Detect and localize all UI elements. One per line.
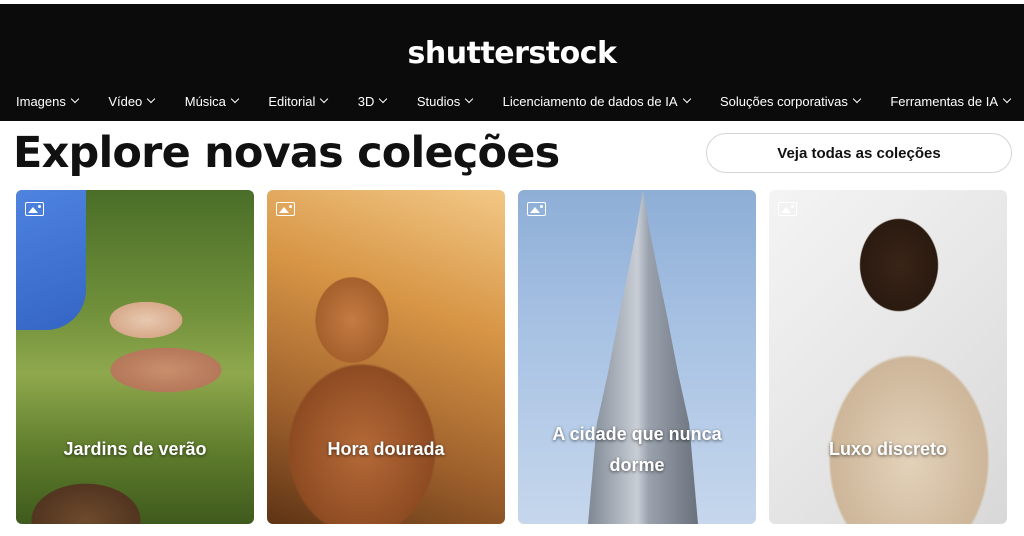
image-icon bbox=[527, 202, 546, 216]
collection-label: Luxo discreto bbox=[828, 439, 948, 459]
chevron-down-icon bbox=[70, 94, 80, 104]
collection-photo bbox=[769, 190, 1007, 524]
image-icon bbox=[276, 202, 295, 216]
page-title: Explore novas coleções bbox=[13, 128, 560, 178]
nav-item-3d[interactable]: 3D bbox=[357, 93, 388, 109]
collection-card[interactable]: A cidade que nunca dorme bbox=[518, 190, 756, 524]
chevron-down-icon bbox=[852, 94, 862, 104]
nav-item-label: Ferramentas de IA bbox=[890, 93, 998, 109]
nav-item-label: 3D bbox=[357, 93, 375, 109]
nav-item-label: Licenciamento de dados de IA bbox=[502, 93, 678, 109]
top-header: shutterstock Imagens Vídeo Música Editor… bbox=[0, 4, 1024, 121]
view-all-collections-button[interactable]: Veja todas as coleções bbox=[706, 133, 1012, 173]
nav-item-label: Música bbox=[184, 93, 226, 109]
nav-item-label: Imagens bbox=[16, 93, 66, 109]
nav-item-musica[interactable]: Música bbox=[184, 93, 240, 109]
chevron-down-icon bbox=[379, 94, 388, 104]
nav-item-solucoes[interactable]: Soluções corporativas bbox=[719, 93, 862, 109]
collection-card[interactable]: Luxo discreto bbox=[769, 190, 1007, 524]
collection-photo bbox=[16, 190, 254, 524]
chevron-down-icon bbox=[1002, 94, 1012, 104]
nav-item-video[interactable]: Vídeo bbox=[108, 93, 156, 109]
collection-card[interactable]: Hora dourada bbox=[267, 190, 505, 524]
chevron-down-icon bbox=[230, 94, 240, 104]
collection-photo bbox=[267, 190, 505, 524]
shutterstock-logo[interactable]: shutterstock bbox=[0, 36, 1024, 71]
collection-card[interactable]: Jardins de verão bbox=[16, 190, 254, 524]
image-icon bbox=[25, 202, 44, 216]
nav-item-label: Editorial bbox=[268, 93, 316, 109]
image-icon bbox=[778, 202, 797, 216]
chevron-down-icon bbox=[320, 94, 329, 104]
nav-item-label: Soluções corporativas bbox=[719, 93, 848, 109]
chevron-down-icon bbox=[682, 94, 691, 104]
collection-label: Jardins de verão bbox=[63, 439, 207, 459]
collection-label: A cidade que nunca dorme bbox=[552, 424, 722, 475]
nav-item-label: Studios bbox=[416, 93, 461, 109]
nav-item-ferramentas[interactable]: Ferramentas de IA bbox=[890, 93, 1012, 109]
main-nav: Imagens Vídeo Música Editorial 3D Studio… bbox=[16, 88, 1012, 114]
nav-item-editorial[interactable]: Editorial bbox=[268, 93, 329, 109]
chevron-down-icon bbox=[147, 94, 156, 104]
nav-item-imagens[interactable]: Imagens bbox=[16, 93, 80, 109]
nav-item-licenciamento[interactable]: Licenciamento de dados de IA bbox=[502, 93, 691, 109]
chevron-down-icon bbox=[464, 94, 474, 104]
collection-label: Hora dourada bbox=[327, 439, 445, 459]
nav-item-label: Vídeo bbox=[108, 93, 143, 109]
nav-item-studios[interactable]: Studios bbox=[416, 93, 474, 109]
